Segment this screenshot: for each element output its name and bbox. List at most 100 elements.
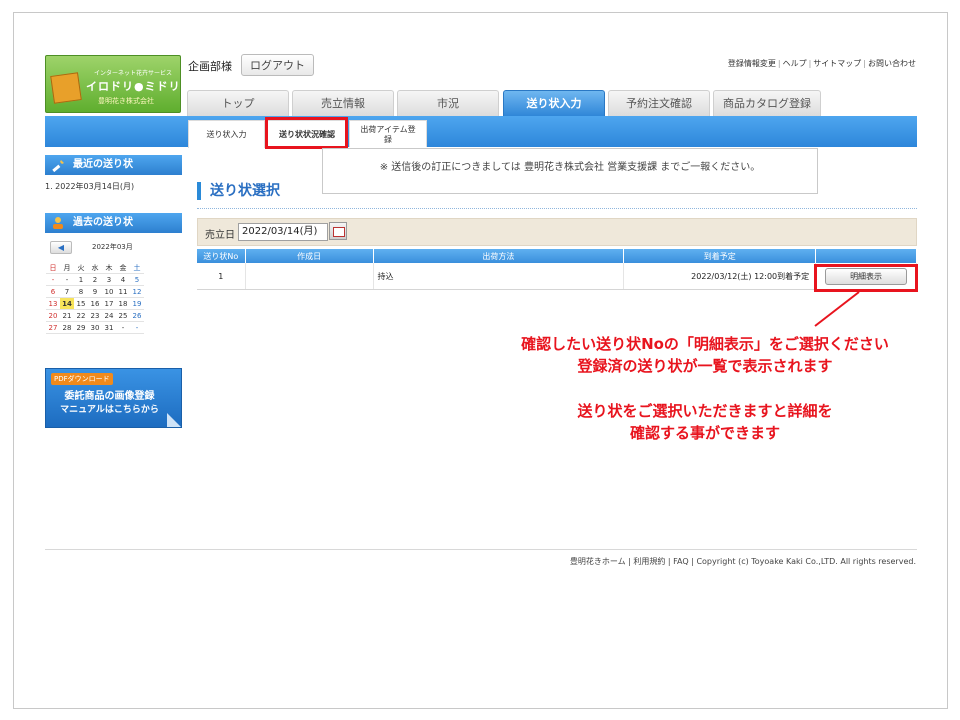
cal-day[interactable]: 11 xyxy=(116,285,130,298)
pdf-banner-line2: マニュアルはこちらから xyxy=(60,405,159,415)
pencil-icon xyxy=(52,160,64,172)
cal-day[interactable]: 10 xyxy=(102,285,116,298)
cal-day[interactable]: 25 xyxy=(116,309,130,322)
cal-day[interactable]: 2 xyxy=(88,273,102,286)
callout-arrow xyxy=(814,291,860,327)
footer-divider xyxy=(45,549,917,550)
calendar-month: 2022年03月 xyxy=(92,243,133,251)
cell-invoice-no: 1 xyxy=(197,263,246,290)
cal-head: 火 xyxy=(74,262,88,274)
cal-day[interactable]: 1 xyxy=(74,273,88,286)
cal-day[interactable]: 27 xyxy=(46,321,60,334)
page-fold-icon xyxy=(167,413,181,427)
top-links: 登録情報変更 | ヘルプ | サイトマップ | お問い合わせ xyxy=(727,59,916,68)
calendar-icon[interactable] xyxy=(329,222,347,240)
tab-sales-info[interactable]: 売立情報 xyxy=(292,90,394,116)
calendar-nav: ◀ 2022年03月 xyxy=(46,240,182,254)
cal-head: 金 xyxy=(116,262,130,274)
cal-day: - xyxy=(60,273,74,286)
past-invoices-header: 過去の送り状 xyxy=(45,213,182,233)
footer-link-terms[interactable]: 利用規約 xyxy=(633,557,665,566)
flower-box-icon xyxy=(50,72,82,104)
recent-invoices-header: 最近の送り状 xyxy=(45,155,182,175)
highlight-box-detail xyxy=(814,264,918,292)
col-arrival: 到着予定 xyxy=(623,249,817,263)
cal-day[interactable]: 20 xyxy=(46,309,60,322)
recent-invoices-title: 最近の送り状 xyxy=(73,159,133,170)
cal-head: 月 xyxy=(60,262,74,274)
cal-day[interactable]: 23 xyxy=(88,309,102,322)
cal-day[interactable]: 4 xyxy=(116,273,130,286)
cal-day: - xyxy=(116,321,130,334)
pdf-banner-line1: 委託商品の画像登録 xyxy=(64,391,155,402)
cal-day[interactable]: 15 xyxy=(74,297,88,310)
cal-day[interactable]: 31 xyxy=(102,321,116,334)
prev-month-button[interactable]: ◀ xyxy=(50,241,72,254)
footer: 豊明花きホーム | 利用規約 | FAQ | Copyright (c) Toy… xyxy=(569,557,916,566)
page-title: 送り状選択 xyxy=(197,182,280,200)
cal-head: 木 xyxy=(102,262,116,274)
footer-copyright: Copyright (c) Toyoake Kaki Co.,LTD. All … xyxy=(696,557,916,566)
logo-tagline: インターネット花卉サービス xyxy=(94,70,173,77)
logout-button[interactable]: ログアウト xyxy=(241,54,314,76)
invoice-table: 送り状No 作成日 出荷方法 到着予定 1 持込 2022/03/12(土) 1… xyxy=(197,249,917,290)
subtab-item-registration[interactable]: 出荷アイテム登録 xyxy=(349,120,427,147)
col-ship-method: 出荷方法 xyxy=(373,249,625,263)
cal-day[interactable]: 18 xyxy=(116,297,130,310)
pdf-download-tag: PDFダウンロード xyxy=(51,373,113,385)
cal-day[interactable]: 12 xyxy=(130,285,144,298)
cal-day[interactable]: 24 xyxy=(102,309,116,322)
subtab-invoice-entry[interactable]: 送り状入力 xyxy=(188,120,265,148)
cal-day[interactable]: 22 xyxy=(74,309,88,322)
annotation-line2: 登録済の送り状が一覧で表示されます xyxy=(577,357,833,375)
tab-market[interactable]: 市況 xyxy=(397,90,499,116)
link-contact[interactable]: お問い合わせ xyxy=(868,59,916,68)
cal-day[interactable]: 8 xyxy=(74,285,88,298)
subnav-bar xyxy=(45,116,917,147)
cal-head: 水 xyxy=(88,262,102,274)
highlight-box-subtab xyxy=(265,117,348,149)
footer-link-faq[interactable]: FAQ xyxy=(673,557,689,566)
cell-ship-method: 持込 xyxy=(373,263,625,290)
user-name: 企画部様 xyxy=(188,60,232,73)
site-logo[interactable]: インターネット花卉サービス イロドリ●ミドリ 豊明花き株式会社 xyxy=(45,55,181,113)
cal-day[interactable]: 26 xyxy=(130,309,144,322)
col-created: 作成日 xyxy=(245,249,374,263)
cal-day[interactable]: 7 xyxy=(60,285,74,298)
cal-day[interactable]: 5 xyxy=(130,273,144,286)
tab-order-confirm[interactable]: 予約注文確認 xyxy=(608,90,710,116)
logo-company: 豊明花き株式会社 xyxy=(98,97,154,105)
cal-day[interactable]: 6 xyxy=(46,285,60,298)
cal-day[interactable]: 30 xyxy=(88,321,102,334)
cal-day[interactable]: 16 xyxy=(88,297,102,310)
people-icon xyxy=(53,217,63,229)
recent-invoice-item[interactable]: 1. 2022年03月14日(月) xyxy=(45,181,134,192)
cal-day[interactable]: 9 xyxy=(88,285,102,298)
footer-link-home[interactable]: 豊明花きホーム xyxy=(570,557,626,566)
link-profile[interactable]: 登録情報変更 xyxy=(728,59,776,68)
link-sitemap[interactable]: サイトマップ xyxy=(813,59,861,68)
cal-day[interactable]: 29 xyxy=(74,321,88,334)
cal-day: - xyxy=(46,273,60,286)
cal-day[interactable]: 21 xyxy=(60,309,74,322)
tab-top[interactable]: トップ xyxy=(187,90,289,116)
col-invoice-no: 送り状No xyxy=(197,249,246,263)
divider xyxy=(197,208,917,209)
pdf-manual-banner[interactable]: PDFダウンロード 委託商品の画像登録 マニュアルはこちらから xyxy=(45,368,182,428)
cal-day[interactable]: 3 xyxy=(102,273,116,286)
tab-invoice-entry[interactable]: 送り状入力 xyxy=(503,90,605,116)
cal-day[interactable]: 28 xyxy=(60,321,74,334)
cal-day: - xyxy=(130,321,144,334)
date-input[interactable]: 2022/03/14(月) xyxy=(238,223,328,241)
tab-catalog[interactable]: 商品カタログ登録 xyxy=(713,90,821,116)
cal-head: 土 xyxy=(130,262,144,274)
cal-day-today[interactable]: 14 xyxy=(60,297,74,310)
notice-box: ※ 送信後の訂正につきましては 豊明花き株式会社 営業支援課 までご一報ください… xyxy=(322,148,818,194)
cal-day[interactable]: 17 xyxy=(102,297,116,310)
link-help[interactable]: ヘルプ xyxy=(783,59,807,68)
calendar: 日 月 火 水 木 金 土 - - 1 2 3 4 5 6 7 8 9 10 1… xyxy=(46,262,144,334)
cal-head: 日 xyxy=(46,262,60,274)
cal-day[interactable]: 19 xyxy=(130,297,144,310)
cal-day[interactable]: 13 xyxy=(46,297,60,310)
logo-name: イロドリ●ミドリ xyxy=(86,80,181,93)
